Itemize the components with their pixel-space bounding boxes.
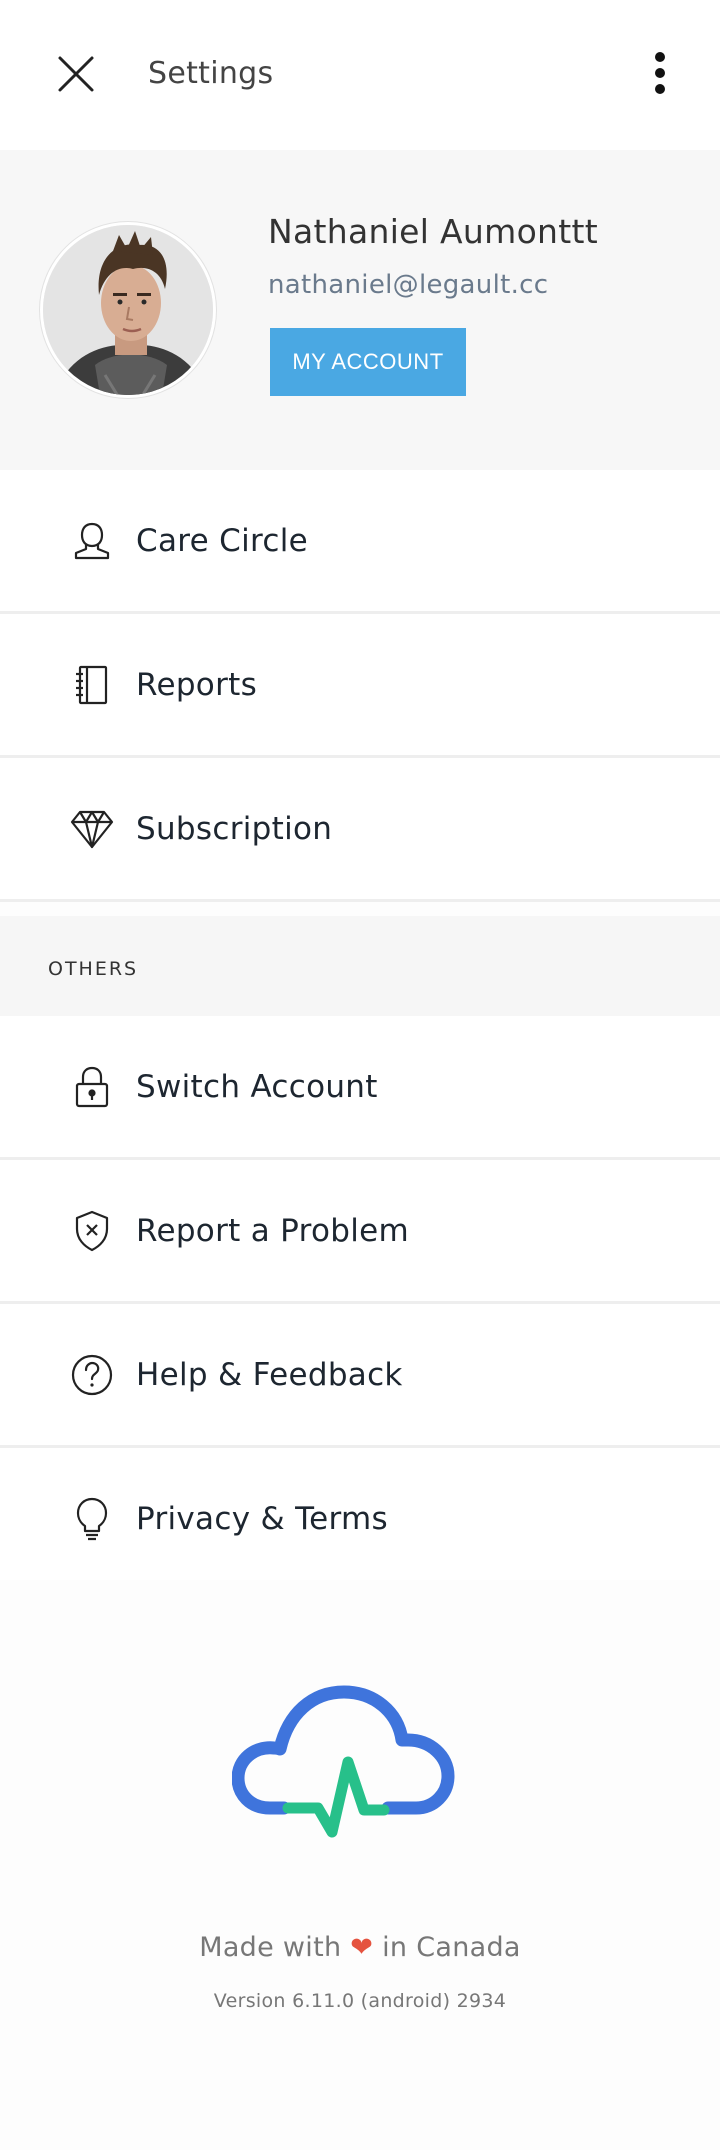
profile-card: Nathaniel Aumonttt nathaniel@legault.cc … <box>0 150 720 470</box>
shield-x-icon <box>66 1205 118 1257</box>
menu-item-label: Help & Feedback <box>136 1356 403 1393</box>
made-with-text: Made with ❤ in Canada <box>0 1932 720 1963</box>
lightbulb-icon <box>66 1493 118 1545</box>
menu-item-care-circle[interactable]: Care Circle <box>0 470 720 614</box>
close-button[interactable] <box>50 48 102 100</box>
heart-icon: ❤ <box>350 1932 374 1963</box>
lock-icon <box>66 1061 118 1113</box>
cloud-heartbeat-logo <box>232 1685 455 1838</box>
menu-item-subscription[interactable]: Subscription <box>0 758 720 902</box>
help-circle-icon <box>66 1349 118 1401</box>
menu-item-label: Subscription <box>136 810 333 847</box>
menu-item-label: Switch Account <box>136 1068 378 1105</box>
menu-item-label: Care Circle <box>136 522 308 559</box>
more-options-button[interactable] <box>640 48 680 98</box>
others-section-header: OTHERS <box>0 916 720 1016</box>
section-label: OTHERS <box>48 958 139 980</box>
made-with-prefix: Made with <box>199 1932 342 1963</box>
diamond-icon <box>66 803 118 855</box>
menu-item-label: Reports <box>136 666 258 703</box>
top-bar: Settings <box>0 0 720 150</box>
menu-item-report-problem[interactable]: Report a Problem <box>0 1160 720 1304</box>
my-account-button[interactable]: MY ACCOUNT <box>270 328 466 396</box>
main-menu: Care Circle Reports Subscription <box>0 470 720 902</box>
avatar[interactable] <box>40 222 216 398</box>
user-name: Nathaniel Aumonttt <box>268 212 598 251</box>
menu-item-help-feedback[interactable]: Help & Feedback <box>0 1304 720 1448</box>
menu-item-privacy-terms[interactable]: Privacy & Terms <box>0 1448 720 1592</box>
made-with-suffix: in Canada <box>382 1932 521 1963</box>
notebook-icon <box>66 659 118 711</box>
user-email: nathaniel@legault.cc <box>268 270 549 300</box>
footer: Made with ❤ in Canada Version 6.11.0 (an… <box>0 1580 720 2150</box>
close-icon <box>58 56 94 92</box>
menu-item-label: Report a Problem <box>136 1212 410 1249</box>
user-icon <box>66 515 118 567</box>
version-text: Version 6.11.0 (android) 2934 <box>213 1990 507 2012</box>
menu-item-label: Privacy & Terms <box>136 1500 388 1537</box>
more-vertical-icon <box>655 52 665 94</box>
menu-item-reports[interactable]: Reports <box>0 614 720 758</box>
avatar-image <box>43 225 213 395</box>
page-title: Settings <box>148 56 274 91</box>
menu-item-switch-account[interactable]: Switch Account <box>0 1016 720 1160</box>
others-menu: Switch Account Report a Problem Help & F… <box>0 1016 720 1592</box>
